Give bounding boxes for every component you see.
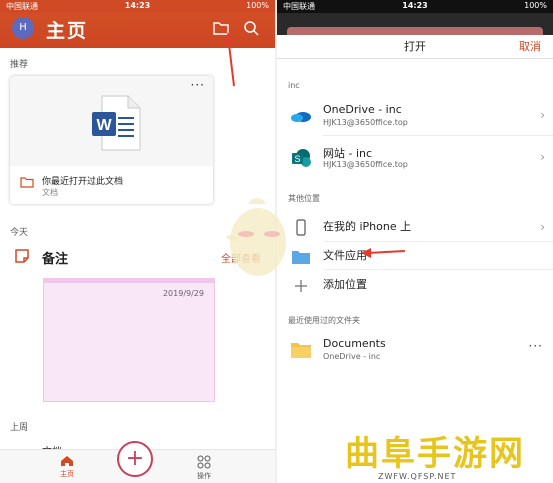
watermark-mascot-icon bbox=[226, 198, 286, 276]
avatar[interactable]: H bbox=[12, 17, 34, 39]
note-date: 2019/9/29 bbox=[162, 289, 204, 298]
status-time: 14:23 bbox=[402, 1, 428, 10]
open-sheet: 打开 取消 inc OneDrive - inc HJK13@3650ffice… bbox=[277, 35, 553, 483]
onedrive-name: OneDrive - inc bbox=[323, 103, 402, 116]
recent-folders-label: 最近使用过的文件夹 bbox=[288, 316, 360, 325]
status-bar: 中国联通 14:23 100% bbox=[0, 0, 275, 13]
status-time: 14:23 bbox=[124, 1, 151, 10]
note-icon bbox=[15, 249, 29, 263]
watermark-url: ZWFW.QFSP.NET bbox=[378, 472, 457, 481]
svg-text:W: W bbox=[96, 117, 112, 134]
cancel-button[interactable]: 取消 bbox=[519, 38, 541, 54]
battery-label: 100% bbox=[246, 1, 269, 10]
add-location-label: 添加位置 bbox=[323, 278, 367, 291]
right-screen: 中国联通 14:23 100% 打开 取消 inc OneDrive - inc… bbox=[277, 0, 553, 483]
site-name: 网站 - inc bbox=[323, 147, 373, 160]
folder-icon bbox=[20, 177, 34, 188]
chevron-right-icon: › bbox=[540, 150, 545, 164]
onedrive-row[interactable]: OneDrive - inc HJK13@3650ffice.top › bbox=[277, 101, 553, 135]
background-app bbox=[277, 13, 553, 35]
documents-folder-row[interactable]: Documents OneDrive - inc ··· bbox=[277, 335, 553, 369]
plus-icon bbox=[295, 280, 307, 292]
other-locations-label: 其他位置 bbox=[288, 194, 320, 203]
document-thumbnail: ··· W bbox=[10, 76, 213, 166]
folder-icon bbox=[292, 251, 310, 264]
add-button[interactable]: + bbox=[117, 441, 153, 477]
sheet-title: 打开 bbox=[404, 40, 426, 53]
more-icon[interactable]: ··· bbox=[191, 78, 205, 92]
note-card[interactable]: 2019/9/29 bbox=[43, 278, 215, 402]
battery-label: 100% bbox=[524, 1, 547, 10]
red-arrow-annotation bbox=[224, 32, 235, 87]
on-iphone-label: 在我的 iPhone 上 bbox=[323, 220, 412, 233]
notes-title: 备注 bbox=[42, 252, 69, 267]
more-icon[interactable]: ··· bbox=[529, 339, 543, 353]
watermark-text: 曲阜手游网 bbox=[345, 434, 525, 474]
site-row[interactable]: S 网站 - inc HJK13@3650ffice.top › bbox=[277, 143, 553, 177]
onedrive-account: HJK13@3650ffice.top bbox=[323, 118, 408, 127]
status-bar: 中国联通 14:23 100% bbox=[277, 0, 553, 13]
documents-location: OneDrive - inc bbox=[323, 352, 381, 361]
svg-text:S: S bbox=[294, 154, 300, 164]
search-icon[interactable] bbox=[242, 19, 260, 37]
red-arrow-annotation bbox=[361, 248, 406, 258]
chevron-right-icon: › bbox=[540, 108, 545, 122]
sharepoint-icon: S bbox=[292, 149, 311, 167]
tab-actions-label: 操作 bbox=[197, 472, 211, 480]
page-title: 主页 bbox=[46, 20, 89, 42]
folder-icon bbox=[291, 343, 311, 358]
document-type: 文档 bbox=[42, 188, 58, 197]
recommended-label: 推荐 bbox=[10, 60, 29, 70]
documents-name: Documents bbox=[323, 337, 386, 350]
word-document-icon: W bbox=[92, 95, 141, 151]
tab-home-label: 主页 bbox=[60, 470, 74, 478]
today-label: 今天 bbox=[10, 228, 29, 238]
tab-home[interactable]: 主页 bbox=[52, 455, 82, 479]
add-location-row[interactable]: 添加位置 bbox=[277, 271, 553, 305]
phone-icon bbox=[296, 219, 306, 236]
grid-icon bbox=[197, 455, 211, 469]
inc-label: inc bbox=[288, 81, 300, 90]
chevron-right-icon: › bbox=[540, 220, 545, 234]
tab-actions[interactable]: 操作 bbox=[189, 455, 219, 481]
site-account: HJK13@3650ffice.top bbox=[323, 160, 408, 169]
document-name: 你最近打开过此文档 bbox=[42, 177, 124, 187]
last-week-label: 上周 bbox=[10, 423, 29, 433]
onedrive-icon bbox=[291, 112, 311, 122]
recent-document-card[interactable]: ··· W 你最近打开过此文档 文档 bbox=[10, 76, 213, 204]
home-icon bbox=[61, 456, 73, 466]
